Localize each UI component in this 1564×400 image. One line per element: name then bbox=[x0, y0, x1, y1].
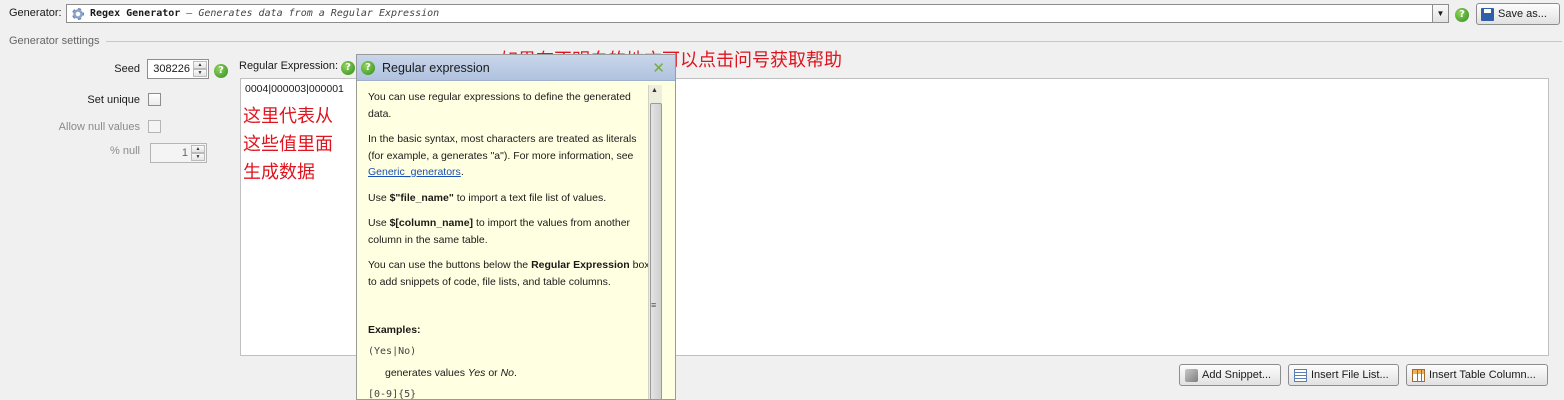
popup-paragraph: Use $"file_name" to import a text file l… bbox=[368, 190, 650, 207]
popup-italic: Yes bbox=[467, 367, 486, 379]
help-icon: ? bbox=[361, 60, 375, 75]
example-code: [0-9]{5} bbox=[368, 388, 417, 400]
generator-combo[interactable]: Regex Generator – Generates data from a … bbox=[66, 4, 1449, 23]
spinner-down-icon[interactable]: ▼ bbox=[191, 153, 205, 161]
null-pct-label: % null bbox=[110, 145, 140, 157]
popup-paragraph: Use $[column_name] to import the values … bbox=[368, 215, 650, 248]
save-as-button[interactable]: Save as... bbox=[1476, 3, 1560, 25]
seed-input[interactable]: 308226 ▲ ▼ bbox=[147, 59, 209, 79]
add-snippet-label: Add Snippet... bbox=[1202, 369, 1272, 381]
settings-group-label: Generator settings bbox=[9, 35, 100, 47]
popup-text: . bbox=[514, 367, 517, 379]
seed-help-icon[interactable]: ? bbox=[214, 64, 228, 78]
popup-text: You can use the buttons below the bbox=[368, 259, 532, 271]
insert-file-list-label: Insert File List... bbox=[1311, 369, 1389, 381]
file-list-icon bbox=[1294, 368, 1307, 382]
generator-label: Generator: bbox=[9, 7, 62, 19]
example-code: (Yes|No) bbox=[368, 345, 417, 357]
help-icon[interactable]: ? bbox=[1455, 8, 1469, 22]
chevron-down-icon[interactable]: ▼ bbox=[1432, 5, 1448, 22]
popup-code: $"file_name" bbox=[389, 191, 454, 204]
null-pct-value: 1 bbox=[181, 147, 188, 159]
null-pct-spinner[interactable]: ▲ ▼ bbox=[191, 145, 205, 161]
spinner-down-icon[interactable]: ▼ bbox=[193, 69, 207, 77]
null-pct-input[interactable]: 1 ▲ ▼ bbox=[150, 143, 207, 163]
popup-italic: No bbox=[500, 367, 515, 379]
add-snippet-button[interactable]: Add Snippet... bbox=[1179, 364, 1281, 386]
scroll-thumb[interactable] bbox=[650, 103, 662, 399]
examples-label: Examples: bbox=[368, 324, 421, 336]
example-description: generates values Yes or No. bbox=[385, 365, 650, 382]
popup-text: generates values bbox=[385, 367, 468, 379]
popup-title-bar: ? Regular expression bbox=[357, 55, 675, 81]
popup-scrollbar[interactable]: ▲ ≡ bbox=[648, 85, 662, 399]
set-unique-label: Set unique bbox=[87, 94, 140, 106]
seed-spinner[interactable]: ▲ ▼ bbox=[193, 61, 207, 77]
annotation-left: 这里代表从这些值里面生成数据 bbox=[243, 106, 333, 183]
scroll-up-icon[interactable]: ▲ bbox=[651, 87, 658, 94]
popup-text: In the basic syntax, most characters are… bbox=[368, 133, 637, 162]
spinner-up-icon[interactable]: ▲ bbox=[191, 145, 205, 153]
insert-table-column-button[interactable]: Insert Table Column... bbox=[1406, 364, 1548, 386]
allow-null-label: Allow null values bbox=[58, 121, 140, 133]
generator-name: Regex Generator bbox=[90, 8, 181, 19]
seed-value: 308226 bbox=[153, 63, 190, 75]
regex-value: 0004|000003|000001 bbox=[245, 83, 344, 95]
popup-text: . bbox=[460, 166, 464, 178]
popup-code: $[column_name] bbox=[389, 217, 474, 229]
close-icon[interactable]: ✕ bbox=[652, 59, 665, 77]
divider bbox=[106, 41, 1562, 42]
popup-text: Use bbox=[368, 191, 390, 204]
help-popup: ? Regular expression ✕ You can use regul… bbox=[356, 54, 676, 400]
regex-label: Regular Expression: bbox=[239, 60, 339, 72]
popup-text: Use bbox=[368, 217, 390, 229]
table-column-icon bbox=[1412, 368, 1425, 382]
popup-paragraph: You can use regular expressions to defin… bbox=[368, 91, 631, 120]
scroll-grip-icon: ≡ bbox=[651, 300, 657, 310]
popup-bold: Regular Expression bbox=[531, 259, 630, 271]
insert-file-list-button[interactable]: Insert File List... bbox=[1288, 364, 1399, 386]
floppy-disk-icon bbox=[1481, 7, 1494, 21]
seed-label: Seed bbox=[114, 63, 140, 75]
generic-generators-link[interactable]: Generic_generators bbox=[368, 166, 461, 178]
gear-icon bbox=[71, 7, 85, 21]
popup-text: or bbox=[485, 367, 501, 379]
popup-paragraph: In the basic syntax, most characters are… bbox=[368, 131, 650, 181]
insert-table-column-label: Insert Table Column... bbox=[1429, 369, 1536, 381]
regex-help-icon[interactable]: ? bbox=[341, 61, 355, 75]
generator-description: – Generates data from a Regular Expressi… bbox=[186, 8, 440, 19]
save-as-label: Save as... bbox=[1498, 8, 1547, 20]
popup-title: Regular expression bbox=[382, 60, 490, 75]
popup-text: to import a text file list of values. bbox=[453, 191, 607, 204]
popup-body: You can use regular expressions to defin… bbox=[368, 89, 650, 400]
set-unique-checkbox[interactable] bbox=[148, 93, 161, 106]
spinner-up-icon[interactable]: ▲ bbox=[193, 61, 207, 69]
allow-null-checkbox[interactable] bbox=[148, 120, 161, 133]
popup-paragraph: You can use the buttons below the Regula… bbox=[368, 257, 650, 290]
examples-heading: Examples: bbox=[368, 322, 650, 339]
snippet-icon bbox=[1185, 368, 1198, 382]
